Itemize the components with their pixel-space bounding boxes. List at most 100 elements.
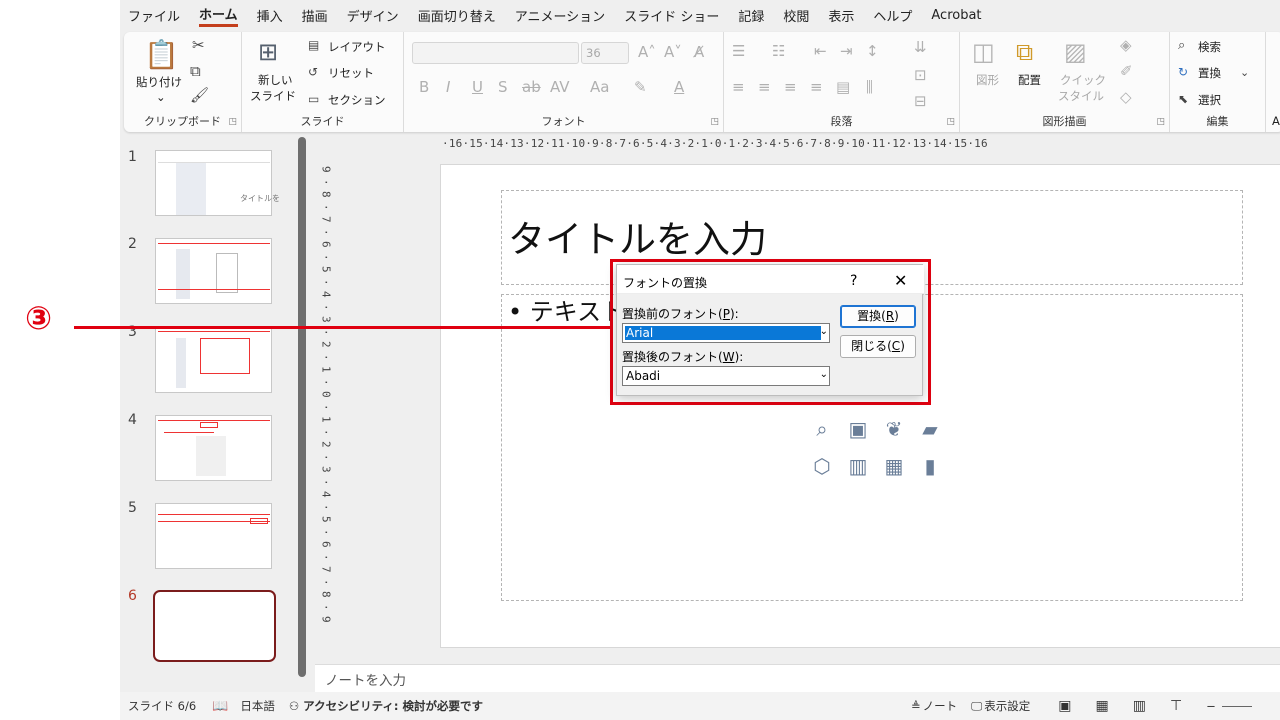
shapes-icon[interactable]: ◫ xyxy=(972,38,995,66)
align-right-icon[interactable]: ≡ xyxy=(784,80,797,95)
slide-sorter-icon[interactable]: ▦ xyxy=(1095,698,1108,714)
slide-thumbnail-5[interactable] xyxy=(155,503,272,569)
bold-icon[interactable]: B xyxy=(419,80,429,95)
font-color-icon[interactable]: A xyxy=(674,80,684,95)
copy-icon[interactable]: ⧉ xyxy=(190,64,201,79)
accessibility-status[interactable]: アクセシビリティ: 検討が必要です xyxy=(303,698,483,714)
chevron-down-icon[interactable]: ⌄ xyxy=(820,369,828,380)
tab-draw[interactable]: 描画 xyxy=(302,6,328,25)
shape-fill-icon[interactable]: ◈ xyxy=(1120,38,1132,53)
justify-icon[interactable]: ≡ xyxy=(810,80,823,95)
display-settings[interactable]: 表示設定 xyxy=(984,698,1030,714)
slideshow-icon[interactable]: ⊤ xyxy=(1170,698,1182,714)
italic-icon[interactable]: I xyxy=(446,80,450,95)
distributed-icon[interactable]: ▤ xyxy=(836,80,850,95)
dialog-launcher-icon[interactable]: ◳ xyxy=(946,117,955,127)
slide-thumbnail-1[interactable]: タイトルを xyxy=(155,150,280,216)
chart-icon[interactable]: ▮ xyxy=(912,454,948,478)
zoom-slider[interactable] xyxy=(1221,705,1252,707)
numbering-icon[interactable]: ☷ xyxy=(772,44,785,59)
reading-view-icon[interactable]: ▥ xyxy=(1133,698,1146,714)
smartart-icon[interactable]: ⊟ xyxy=(914,94,927,109)
arrange-button[interactable]: 配置 xyxy=(1018,72,1041,88)
reset-button[interactable]: リセット xyxy=(328,65,374,81)
section-button[interactable]: セクション xyxy=(328,92,386,108)
slide-thumbnail-4[interactable] xyxy=(155,415,272,481)
chevron-down-icon[interactable]: ⌄ xyxy=(156,90,166,104)
change-case-icon[interactable]: Aa xyxy=(590,80,609,95)
stock-images-icon[interactable]: ⌕ xyxy=(804,417,840,441)
quick-styles-icon[interactable]: ▨ xyxy=(1064,38,1087,66)
cameo-icon[interactable]: ▰ xyxy=(912,417,948,441)
shrink-font-icon[interactable]: A˅ xyxy=(664,45,682,60)
decrease-indent-icon[interactable]: ⇤ xyxy=(814,44,827,59)
font-size-combo[interactable]: 36 xyxy=(581,42,629,64)
slide-thumbnail-2[interactable] xyxy=(155,238,272,304)
tab-review[interactable]: 校閲 xyxy=(783,6,809,25)
align-center-icon[interactable]: ≡ xyxy=(758,80,771,95)
quick-styles-line2[interactable]: スタイル xyxy=(1058,88,1104,104)
help-icon[interactable]: ? xyxy=(850,273,857,289)
bullets-icon[interactable]: ☰ xyxy=(732,44,745,59)
video-icon[interactable]: ▥ xyxy=(840,454,876,478)
grow-font-icon[interactable]: A˄ xyxy=(638,45,656,60)
char-spacing-icon[interactable]: AV xyxy=(550,80,570,95)
dialog-launcher-icon[interactable]: ◳ xyxy=(228,117,237,127)
font-name-combo[interactable] xyxy=(412,42,579,64)
replace-with-select[interactable]: Abadi ⌄ xyxy=(622,366,830,386)
tab-record[interactable]: 記録 xyxy=(738,6,764,25)
dialog-launcher-icon[interactable]: ◳ xyxy=(710,117,719,127)
arrange-icon[interactable]: ⧉ xyxy=(1016,38,1033,66)
chevron-down-icon[interactable]: ⌄ xyxy=(820,326,828,337)
line-spacing-icon[interactable]: ↕ xyxy=(866,44,879,59)
notes-toggle[interactable]: ノート xyxy=(923,698,958,714)
close-button[interactable]: 閉じる(C) xyxy=(840,335,916,358)
format-painter-icon[interactable]: 🖌 xyxy=(190,88,209,103)
clear-format-icon[interactable]: A̸ xyxy=(694,45,704,60)
new-slide-line2[interactable]: スライド xyxy=(250,88,296,104)
tab-file[interactable]: ファイル xyxy=(128,6,180,25)
tab-transitions[interactable]: 画面切り替え xyxy=(418,6,496,25)
tab-view[interactable]: 表示 xyxy=(828,6,854,25)
paste-icon[interactable]: 📋 xyxy=(144,38,179,71)
chevron-down-icon[interactable]: ⌄ xyxy=(1240,65,1249,80)
tab-slideshow[interactable]: スライド ショー xyxy=(624,6,719,25)
icons-icon[interactable]: ❦ xyxy=(876,417,912,441)
columns-icon[interactable]: ⫼ xyxy=(866,80,873,95)
slide-canvas[interactable]: タイトルを入力 • テキスト ⌕ ▣ ❦ ▰ ⬡ ▥ ▦ ▮ xyxy=(440,164,1280,648)
replace-button[interactable]: 置換 xyxy=(1198,65,1221,81)
align-text-icon[interactable]: ⊡ xyxy=(914,68,927,83)
dialog-launcher-icon[interactable]: ◳ xyxy=(1156,117,1165,127)
picture-icon[interactable]: ▣ xyxy=(840,417,876,441)
cut-icon[interactable]: ✂ xyxy=(192,38,205,53)
new-slide-icon[interactable]: ⊞ xyxy=(258,38,278,66)
strikethrough-icon[interactable]: ab xyxy=(522,80,541,95)
align-left-icon[interactable]: ≡ xyxy=(732,80,745,95)
tab-home[interactable]: ホーム xyxy=(199,4,238,27)
shadow-icon[interactable]: S xyxy=(498,80,508,95)
language-status[interactable]: 日本語 xyxy=(240,698,275,714)
layout-button[interactable]: レイアウト xyxy=(328,39,386,55)
spelling-icon[interactable]: 📖 xyxy=(212,699,228,714)
increase-indent-icon[interactable]: ⇥ xyxy=(840,44,853,59)
tab-animations[interactable]: アニメーション xyxy=(515,6,605,25)
notes-pane[interactable]: ノートを入力 xyxy=(315,664,1280,692)
select-button[interactable]: 選択 xyxy=(1198,92,1221,108)
tab-help[interactable]: ヘルプ xyxy=(873,6,912,25)
highlight-icon[interactable]: ✎ xyxy=(634,80,647,95)
tab-design[interactable]: デザイン xyxy=(347,6,399,25)
zoom-out-icon[interactable]: − xyxy=(1206,699,1216,713)
find-button[interactable]: 検索 xyxy=(1198,39,1221,55)
shape-outline-icon[interactable]: ✐ xyxy=(1120,64,1133,79)
close-icon[interactable]: ✕ xyxy=(894,271,907,290)
shapes-button[interactable]: 図形 xyxy=(976,72,999,88)
tab-insert[interactable]: 挿入 xyxy=(257,6,283,25)
replace-button[interactable]: 置換(R) xyxy=(840,305,916,328)
new-slide-line1[interactable]: 新しい xyxy=(258,72,293,88)
text-direction-icon[interactable]: ⇊ xyxy=(914,40,927,55)
replace-from-select[interactable]: Arial ⌄ xyxy=(622,323,830,343)
tab-acrobat[interactable]: Acrobat xyxy=(931,8,981,23)
table-icon[interactable]: ▦ xyxy=(876,454,912,478)
slide-thumbnail-3[interactable] xyxy=(155,327,272,393)
3d-model-icon[interactable]: ⬡ xyxy=(804,454,840,478)
